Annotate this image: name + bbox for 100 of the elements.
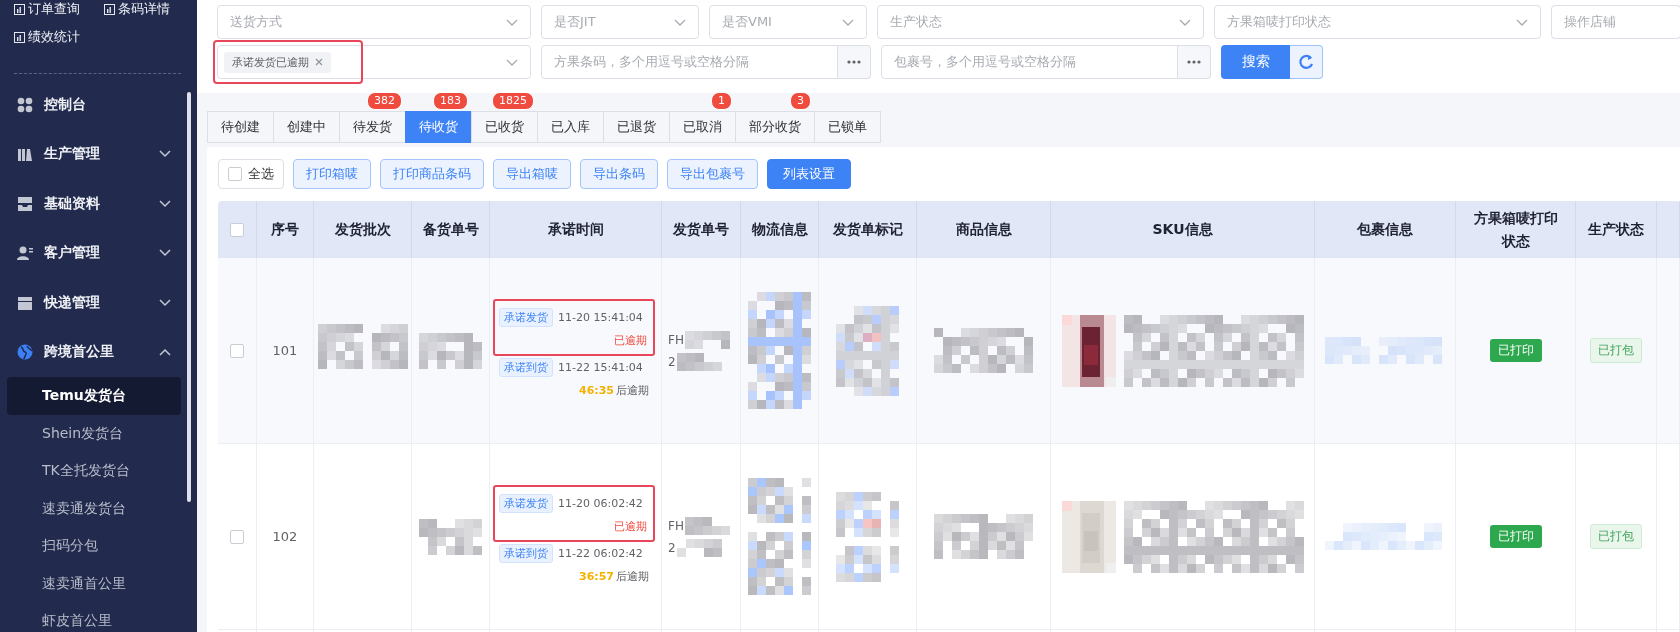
more-button[interactable] [838,45,871,79]
chevron-down-icon [842,18,854,26]
overdue-text: 已逾期 [614,333,647,348]
chart-icon [14,3,25,15]
refresh-icon [1298,54,1314,70]
tab[interactable]: 已退货 [603,111,670,143]
menu-item[interactable]: 跨境首公里 [0,327,197,377]
toolbar-button[interactable]: 列表设置 [767,159,851,189]
table-cell: FH [668,332,684,347]
refresh-button[interactable] [1290,45,1323,79]
more-button[interactable] [1178,45,1211,79]
tab[interactable]: 已入库 [537,111,604,143]
pixelated-text-drawing [676,538,722,557]
count-badge: 1 [711,92,732,110]
time-text: 11-20 15:41:04 [558,311,643,324]
column-header: 发货单号 [673,220,729,240]
chevron-down-icon [159,298,171,307]
tab[interactable]: 待发货 [339,111,406,143]
time-text: 11-22 06:02:42 [558,547,643,560]
pixelated-text-drawing [684,516,730,535]
scrollbar[interactable] [187,92,191,502]
menu-item[interactable]: 快递管理 [0,278,197,328]
pixelated-text-drawing [419,332,482,369]
menu-item[interactable]: 生产管理 [0,129,197,179]
submenu-item[interactable]: 虾皮首公里 [7,602,181,632]
tab[interactable]: 创建中 [273,111,340,143]
column-header: 物流信息 [751,220,808,240]
chevron-down-icon [159,199,171,208]
submenu-item[interactable]: 速卖通发货台 [7,489,181,527]
table-cell: FH [668,518,684,533]
select-all-checkbox[interactable]: 全选 [218,159,284,189]
status-tag: 已打包 [1590,338,1642,363]
search-button[interactable]: 搜索 [1221,45,1290,79]
count-badge: 183 [433,92,468,110]
chevron-down-icon [674,18,686,26]
deadline-text: 后逾期 [616,383,649,398]
countdown-text: 46:35 [579,384,614,397]
column-header: 生产状态 [1588,220,1644,240]
sidebar-link[interactable]: 条码详情 [104,1,170,17]
pixelated-text-drawing [676,352,722,371]
submenu-item[interactable]: TK全托发货台 [7,452,181,490]
tag-label: 承诺发货已逾期 [232,54,309,70]
column-header: 序号 [271,220,299,240]
box-icon [17,294,33,311]
tab[interactable]: 已收货 [471,111,538,143]
checkbox[interactable] [230,529,244,544]
menu-item[interactable]: 客户管理 [0,228,197,278]
time-text: 11-20 06:02:42 [558,497,643,510]
column-header: 备货单号 [422,220,479,240]
chevron-down-icon [1179,18,1191,26]
submenu-item[interactable]: Temu发货台 [7,377,181,415]
column-header: 商品信息 [955,220,1012,240]
count-badge: 1825 [492,92,534,110]
column-header: 发货单标记 [832,220,903,240]
countdown-text: 36:57 [579,570,614,583]
globe-icon [17,344,33,361]
status-tag: 已打印 [1489,339,1542,362]
status-tag: 承诺到货 [499,544,553,563]
deadline-text: 后逾期 [616,569,649,584]
chevron-down-icon [159,150,171,159]
submenu-item[interactable]: Shein发货台 [7,414,181,452]
status-tag: 承诺发货 [499,308,553,327]
chevron-down-icon [506,18,518,26]
count-badge: 382 [367,92,402,110]
tab[interactable]: 已锁单 [814,111,881,143]
column-header: 承诺时间 [547,220,604,240]
table-cell: 2 [668,354,676,369]
overdue-text: 已逾期 [614,519,647,534]
table-cell: 102 [272,529,298,544]
pixelated-text-drawing [419,518,482,555]
checkbox[interactable] [230,343,244,358]
submenu-item[interactable]: 扫码分包 [7,527,181,565]
checkbox[interactable] [230,222,244,237]
tab[interactable]: 待创建 [207,111,274,143]
chevron-up-icon [159,348,171,357]
tab[interactable]: 部分收货 [735,111,815,143]
menu-item[interactable]: 控制台 [0,80,197,130]
sidebar-link[interactable]: 绩效统计 [14,29,80,45]
sidebar-link[interactable]: 订单查询 [14,1,80,17]
column-header: 发货批次 [334,220,391,240]
chevron-down-icon [159,249,171,258]
close-icon[interactable] [315,58,323,66]
select-field[interactable]: 承诺发货已逾期 [217,45,531,79]
table-cell: 101 [272,343,298,358]
pixelated-text-drawing [684,330,730,349]
tab[interactable]: 已取消 [669,111,736,143]
time-text: 11-22 15:41:04 [558,361,643,374]
column-header: SKU信息 [1152,220,1213,240]
chart-icon [14,31,25,43]
status-tag: 承诺发货 [499,494,553,513]
status-tag: 已打包 [1590,524,1642,549]
chevron-down-icon [1516,18,1528,26]
menu-item[interactable]: 基础资料 [0,179,197,229]
submenu-item[interactable]: 速卖通首公里 [7,564,181,602]
tab[interactable]: 待收货 [405,111,472,143]
status-tag: 已打印 [1489,525,1542,548]
more-icon [1187,60,1201,64]
column-header: 方果箱唛打印状态 [1472,209,1559,251]
user-icon [17,245,33,262]
table-cell: 2 [668,540,676,555]
